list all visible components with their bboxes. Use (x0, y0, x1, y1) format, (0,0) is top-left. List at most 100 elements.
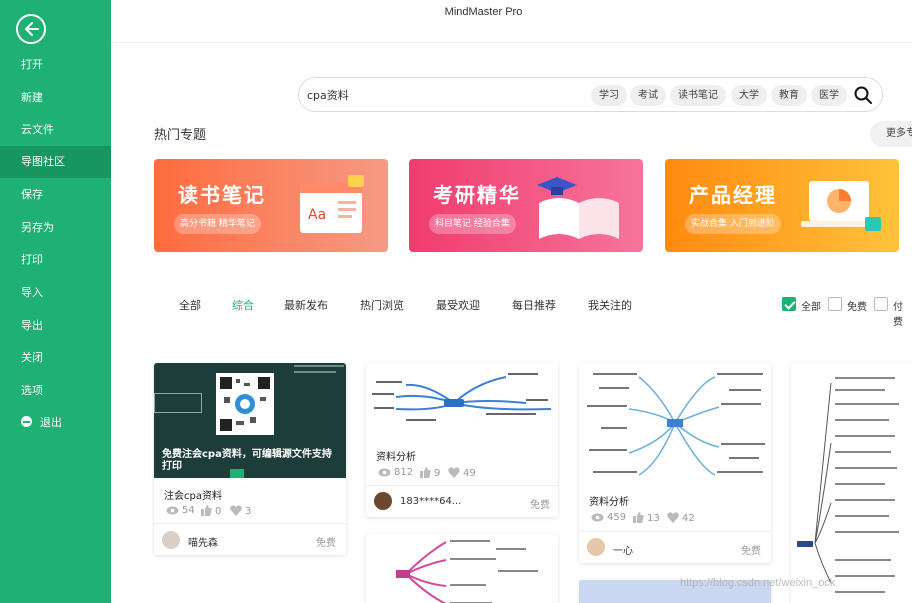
graduation-book-icon (537, 177, 619, 239)
exit-icon (21, 416, 32, 427)
like-count-value: 0 (215, 506, 222, 517)
view-count: 459 (591, 512, 626, 523)
mindmap-card[interactable] (791, 363, 912, 603)
filter-check-all-label: 全部 (801, 302, 821, 313)
like-count: 0 (201, 505, 221, 517)
favorite-count: 3 (230, 505, 251, 517)
sidebar-item-export[interactable]: 导出 (0, 310, 111, 342)
banner-subtitle: 科目笔记 经验合集 (429, 214, 516, 234)
filter-tab-daily[interactable]: 每日推荐 (512, 297, 556, 313)
like-count: 13 (633, 512, 660, 524)
avatar[interactable] (374, 492, 392, 510)
search-icon[interactable] (854, 86, 872, 104)
laptop-chart-icon (801, 181, 881, 231)
more-topics-button[interactable]: 更多专 (870, 121, 912, 147)
heart-icon (448, 467, 460, 478)
banner-title: 考研精华 (433, 183, 521, 207)
card-thumbnail (366, 363, 558, 441)
eye-icon (378, 468, 391, 477)
price-label: 免费 (316, 538, 336, 549)
mindmap-card[interactable] (366, 534, 558, 603)
sidebar-item-cloud-files[interactable]: 云文件 (0, 114, 111, 146)
mindmap-card[interactable]: 免费注会cpa资料，可编辑源文件支持打印 注会cpa资料 54 0 3 喵先森 … (154, 363, 346, 555)
mindmap-card[interactable]: 资料分析 812 9 49 183****64... 免费 (366, 363, 558, 517)
notebook-illustration-icon: Aa (300, 175, 364, 233)
sidebar-item-exit[interactable]: 退出 (0, 407, 111, 439)
search-input[interactable] (307, 86, 577, 104)
heart-icon (667, 512, 679, 523)
filter-tab-following[interactable]: 我关注的 (588, 297, 632, 313)
filter-tab-popular[interactable]: 最受欢迎 (436, 297, 480, 313)
view-count-value: 459 (607, 512, 627, 523)
sidebar-item-save[interactable]: 保存 (0, 179, 111, 211)
view-count-value: 812 (394, 467, 414, 478)
card-thumbnail: 免费注会cpa资料，可编辑源文件支持打印 (154, 363, 346, 478)
avatar[interactable] (162, 531, 180, 549)
watermark: https://blog.csdn.net/weixin_ock (680, 577, 836, 589)
thumbs-up-icon (420, 467, 431, 478)
favorite-count: 49 (448, 467, 476, 479)
price-label: 免费 (530, 500, 550, 511)
filter-tab-latest[interactable]: 最新发布 (284, 297, 328, 313)
filter-check-paid[interactable] (874, 297, 888, 311)
banner-reading-notes[interactable]: 读书笔记 高分书籍 精华笔记 Aa (154, 159, 388, 252)
filter-check-free-label: 免费 (847, 302, 867, 313)
header-divider (111, 42, 912, 43)
author-name[interactable]: 一心 (613, 542, 633, 557)
sidebar-item-options[interactable]: 选项 (0, 375, 111, 407)
card-divider (154, 523, 346, 524)
back-arrow-icon[interactable] (16, 14, 46, 44)
card-divider (366, 485, 558, 486)
search-tag-university[interactable]: 大学 (731, 85, 767, 106)
card-overlay-text: 免费注会cpa资料，可编辑源文件支持打印 (162, 449, 332, 472)
heart-icon (230, 505, 242, 516)
sidebar-item-new[interactable]: 新建 (0, 82, 111, 114)
filter-check-paid-label: 付费 (893, 302, 903, 328)
sidebar-item-save-as[interactable]: 另存为 (0, 212, 111, 244)
filter-tab-hot[interactable]: 热门浏览 (360, 297, 404, 313)
author-name[interactable]: 183****64... (400, 496, 461, 507)
card-thumbnail (579, 363, 771, 485)
banner-postgrad[interactable]: 考研精华 科目笔记 经验合集 (409, 159, 643, 252)
favorite-count-value: 49 (463, 468, 476, 479)
mindmap-preview-icon (587, 373, 765, 476)
mindmap-card[interactable]: 资料分析 459 13 42 一心 免费 (579, 363, 771, 563)
search-bar: 学习 考试 读书笔记 大学 教育 医学 (298, 77, 883, 112)
sidebar-item-import[interactable]: 导入 (0, 277, 111, 309)
search-tag-exam[interactable]: 考试 (630, 85, 666, 106)
avatar[interactable] (587, 538, 605, 556)
sidebar-item-community[interactable]: 导图社区 (0, 146, 111, 178)
filter-tab-comprehensive[interactable]: 综合 (232, 297, 254, 313)
search-tag-education[interactable]: 教育 (771, 85, 807, 106)
mindmap-preview-icon (396, 540, 538, 603)
thumbs-up-icon (201, 505, 212, 516)
filter-check-all[interactable] (782, 297, 796, 311)
banner-title: 产品经理 (689, 183, 777, 207)
favorite-count-value: 42 (682, 513, 695, 524)
like-count-value: 9 (434, 468, 441, 479)
mindmap-preview-icon (372, 373, 552, 421)
banner-product-manager[interactable]: 产品经理 实战合集 入门到进阶 (665, 159, 899, 252)
author-name[interactable]: 喵先森 (188, 534, 218, 549)
sidebar-item-close[interactable]: 关闭 (0, 342, 111, 374)
sidebar-item-print[interactable]: 打印 (0, 244, 111, 276)
card-divider (579, 531, 771, 532)
sidebar: 打开 新建 云文件 导图社区 保存 另存为 打印 导入 导出 关闭 选项 退出 (0, 0, 111, 603)
sidebar-item-exit-label: 退出 (40, 416, 62, 429)
like-count-value: 13 (647, 513, 660, 524)
search-tag-reading-notes[interactable]: 读书笔记 (670, 85, 726, 106)
thumbs-up-icon (633, 512, 644, 523)
view-count-value: 54 (182, 505, 195, 516)
like-count: 9 (420, 467, 440, 479)
filter-check-free[interactable] (828, 297, 842, 311)
banner-subtitle: 高分书籍 精华笔记 (174, 214, 261, 234)
sidebar-item-open[interactable]: 打开 (0, 49, 111, 81)
view-count: 812 (378, 467, 413, 478)
card-title: 资料分析 (376, 452, 416, 463)
view-count: 54 (166, 505, 195, 516)
filter-tab-all[interactable]: 全部 (179, 297, 201, 313)
card-title: 注会cpa资料 (164, 491, 222, 502)
eye-icon (591, 513, 604, 522)
search-tag-medicine[interactable]: 医学 (811, 85, 847, 106)
search-tag-study[interactable]: 学习 (591, 85, 627, 106)
